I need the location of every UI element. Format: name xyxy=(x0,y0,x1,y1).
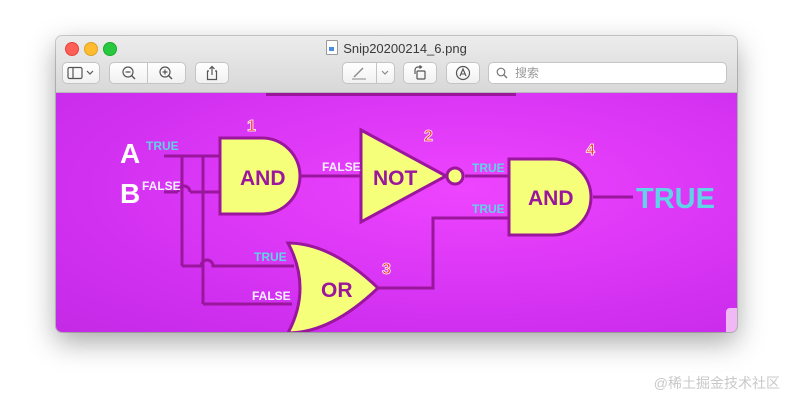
gate-3-number: 3 xyxy=(382,261,391,278)
not-gate-bubble xyxy=(445,166,465,186)
gate-1-label: AND xyxy=(240,167,286,190)
search-input[interactable] xyxy=(513,65,717,81)
signal-b-in: FALSE xyxy=(142,179,181,193)
share-icon xyxy=(206,65,218,81)
signal-a-in: TRUE xyxy=(146,139,179,153)
chevron-down-icon xyxy=(381,70,389,75)
corner-tab xyxy=(726,308,737,332)
signal-or-in-a: TRUE xyxy=(254,250,287,264)
scroll-indicator xyxy=(266,93,516,96)
gate-4-label: AND xyxy=(528,187,574,210)
final-output-label: TRUE xyxy=(636,183,715,215)
input-b-label: B xyxy=(120,178,140,209)
markup-control xyxy=(342,62,395,84)
gate-2-number: 2 xyxy=(424,128,433,145)
window-title: Snip20200214_6.png xyxy=(56,40,737,56)
markup-dropdown-button[interactable] xyxy=(377,63,394,83)
pen-icon xyxy=(352,67,367,80)
sidebar-icon xyxy=(67,66,94,80)
zoom-control xyxy=(109,62,186,84)
signal-and1-out: FALSE xyxy=(322,160,361,174)
gate-1-number: 1 xyxy=(247,118,256,135)
rotate-icon xyxy=(414,65,426,80)
rotate-button[interactable] xyxy=(403,62,437,84)
png-file-icon xyxy=(326,40,339,55)
sidebar-view-button[interactable] xyxy=(62,62,100,84)
markup-pen-button[interactable] xyxy=(343,63,376,83)
input-a-label: A xyxy=(120,138,140,169)
watermark-text: @稀土掘金技术社区 xyxy=(653,375,780,391)
image-canvas: A B TRUE FALSE FALSE TRUE TRUE TRUE FALS… xyxy=(56,93,737,332)
gate-2-label: NOT xyxy=(373,167,418,190)
signal-or-to-and: TRUE xyxy=(472,202,505,216)
logic-gate-diagram: A B TRUE FALSE FALSE TRUE TRUE TRUE FALS… xyxy=(120,93,737,332)
zoom-out-button[interactable] xyxy=(110,63,147,83)
share-button[interactable] xyxy=(195,62,229,84)
signal-or-in-b: FALSE xyxy=(252,289,291,303)
zoom-out-icon xyxy=(121,66,135,80)
preview-window: Snip20200214_6.png 搜索 A B TRUE FALSE FAL… xyxy=(56,36,737,332)
gate-4-number: 4 xyxy=(586,142,595,159)
zoom-in-icon xyxy=(159,66,173,80)
title-bar: Snip20200214_6.png xyxy=(56,36,737,93)
markup-pencil-circle-icon xyxy=(455,65,471,81)
annotate-button[interactable] xyxy=(446,62,480,84)
zoom-in-button[interactable] xyxy=(148,63,185,83)
search-field[interactable] xyxy=(488,62,727,84)
signal-not-out: TRUE xyxy=(472,161,505,175)
gate-3-label: OR xyxy=(321,279,353,302)
search-icon xyxy=(496,67,508,79)
window-filename: Snip20200214_6.png xyxy=(343,41,467,56)
